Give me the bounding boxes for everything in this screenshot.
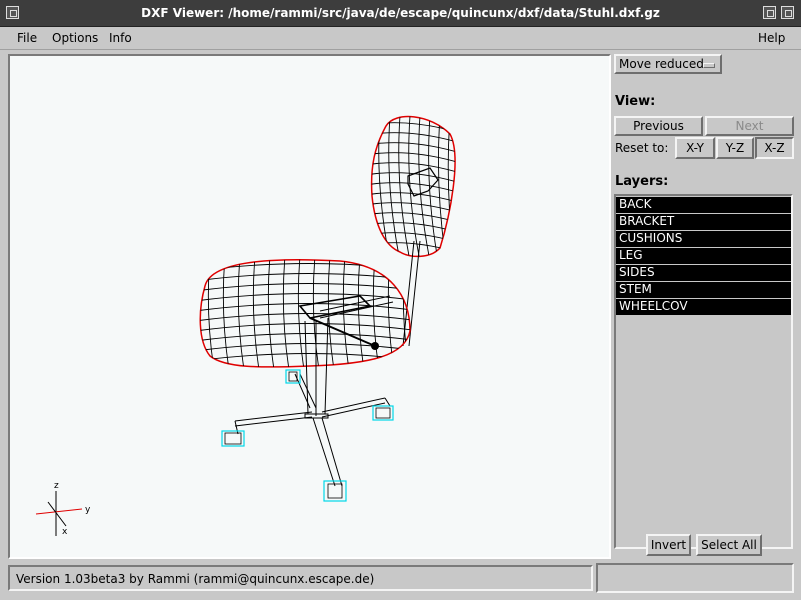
move-mode-dropdown[interactable]: Move reduced [614, 54, 722, 74]
backrest-wireframe [370, 115, 456, 258]
reset-xz-button[interactable]: X-Z [755, 137, 794, 159]
layer-item-sides[interactable]: SIDES [616, 265, 791, 281]
reset-label: Reset to: [615, 141, 669, 155]
layer-item-bracket[interactable]: BRACKET [616, 214, 791, 230]
select-all-button[interactable]: Select All [696, 534, 762, 556]
base-legs [234, 373, 391, 487]
view-label: View: [615, 94, 656, 109]
layer-item-leg[interactable]: LEG [616, 248, 791, 264]
seat-wireframe [199, 258, 411, 368]
reset-yz-button[interactable]: Y-Z [716, 137, 754, 159]
previous-button[interactable]: Previous [614, 116, 703, 136]
next-button[interactable]: Next [705, 116, 794, 136]
dropdown-indicator-icon [703, 63, 715, 68]
layer-item-wheelcov[interactable]: WHEELCOV [616, 299, 791, 315]
axis-y-label: y [85, 505, 91, 515]
window-title: DXF Viewer: /home/rammi/src/java/de/esca… [141, 6, 660, 20]
maximize-icon[interactable] [781, 6, 794, 19]
chair-wireframe: z y x [35, 115, 456, 537]
layer-item-cushions[interactable]: CUSHIONS [616, 231, 791, 247]
status-text: Version 1.03beta3 by Rammi (rammi@quincu… [8, 565, 593, 591]
layers-list[interactable]: BACK BRACKET CUSHIONS LEG SIDES STEM WHE… [614, 194, 793, 549]
axis-z-label: z [54, 481, 59, 491]
layers-label: Layers: [615, 174, 669, 189]
menu-help[interactable]: Help [758, 31, 785, 45]
layer-item-stem[interactable]: STEM [616, 282, 791, 298]
axes-indicator: z y x [35, 481, 91, 537]
layer-item-back[interactable]: BACK [616, 197, 791, 213]
status-secondary [596, 563, 794, 593]
move-mode-label: Move reduced [619, 57, 704, 71]
stem [304, 317, 329, 419]
reset-xy-button[interactable]: X-Y [675, 137, 715, 159]
control-panel: Move reduced View: Previous Next Reset t… [612, 54, 801, 559]
menu-options[interactable]: Options [52, 31, 98, 45]
axis-x-label: x [62, 527, 68, 537]
menu-info[interactable]: Info [109, 31, 132, 45]
menubar: File Options Info Help [0, 27, 801, 50]
window-titlebar: DXF Viewer: /home/rammi/src/java/de/esca… [0, 0, 801, 27]
minimize-icon[interactable] [763, 6, 776, 19]
dxf-canvas[interactable]: z y x [8, 54, 611, 559]
statusbar: Version 1.03beta3 by Rammi (rammi@quincu… [0, 560, 801, 600]
invert-button[interactable]: Invert [646, 534, 691, 556]
menu-file[interactable]: File [17, 31, 37, 45]
